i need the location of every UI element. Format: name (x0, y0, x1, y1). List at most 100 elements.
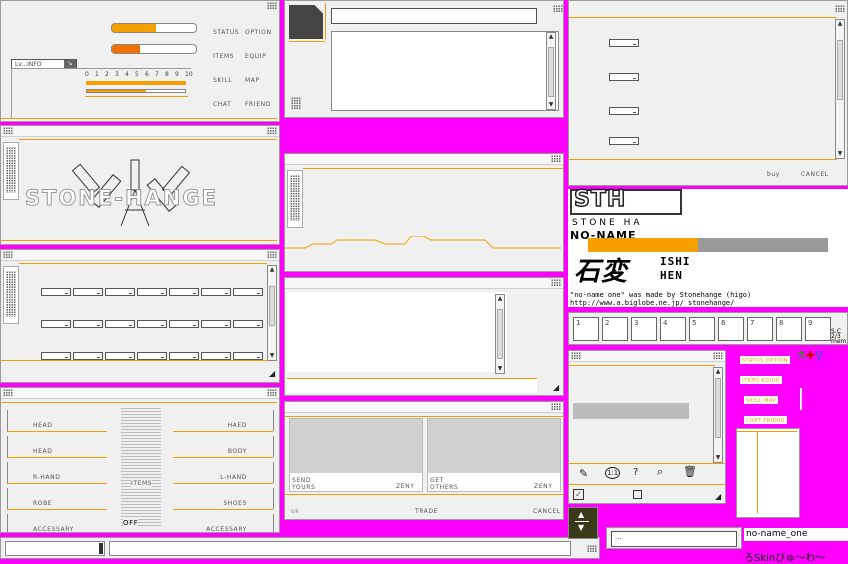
inventory-ratio-icon[interactable]: 1:1 (605, 467, 621, 479)
status-menu-item[interactable]: SKILL (213, 77, 232, 84)
equip-slot-left[interactable]: HEAD (33, 422, 52, 429)
inventory-help-icon[interactable]: ? (633, 467, 638, 478)
hotkey-slot[interactable]: 3 (631, 317, 657, 341)
status-menu-item[interactable]: FRIEND (245, 101, 271, 108)
skill-grid-titlebar[interactable] (1, 250, 279, 261)
grip-icon[interactable] (267, 389, 277, 397)
hotkey-slot[interactable]: 4 (660, 317, 686, 341)
slot-pill[interactable] (137, 288, 167, 296)
equip-slot-right[interactable]: HAED (228, 422, 247, 429)
text-area[interactable]: ▲ ▼ (331, 31, 559, 111)
grip-icon[interactable] (267, 251, 277, 259)
resize-icon[interactable]: ◢ (269, 370, 277, 378)
scroll-arrow-widget[interactable]: ▲ ▼ (568, 507, 598, 539)
equip-slot-right[interactable]: L-HAND (220, 474, 247, 481)
status-menu-item[interactable]: CHAT (213, 101, 231, 108)
grip-icon[interactable] (267, 2, 277, 10)
slot-pill[interactable] (105, 352, 135, 360)
grip-icon[interactable] (551, 155, 561, 163)
trade-cancel-button[interactable]: CANCEL (533, 508, 561, 515)
slot-pill[interactable] (233, 288, 263, 296)
right-handle[interactable] (800, 388, 802, 410)
slot-pill[interactable] (41, 320, 71, 328)
slot-pill[interactable] (169, 320, 199, 328)
trade-titlebar[interactable] (285, 402, 563, 413)
hotkey-slot[interactable]: 5 (689, 317, 715, 341)
grip-icon[interactable] (3, 389, 13, 397)
equip-slot-left[interactable]: ACCESSARY (33, 526, 74, 532)
slot-pill[interactable] (105, 320, 135, 328)
slot-pill[interactable] (233, 352, 263, 360)
resize-icon[interactable]: ◢ (553, 384, 561, 392)
chat-log-titlebar[interactable] (285, 278, 563, 289)
slot-pill[interactable] (233, 320, 263, 328)
graph-titlebar[interactable] (285, 154, 563, 165)
slot-pill[interactable] (73, 352, 103, 360)
inventory-search-icon[interactable]: ⌕ (657, 465, 663, 479)
grip-icon[interactable] (3, 127, 13, 135)
slot-pill[interactable] (201, 320, 231, 328)
equip-titlebar[interactable] (1, 388, 279, 399)
shop-slot[interactable] (609, 107, 639, 115)
slot-pill[interactable] (201, 288, 231, 296)
equip-slot-left[interactable]: R-HAND (33, 474, 60, 481)
status-titlebar[interactable] (1, 1, 279, 11)
slot-pill[interactable] (201, 352, 231, 360)
shop-slot[interactable] (609, 137, 639, 145)
slot-pill[interactable] (41, 352, 71, 360)
side-handle[interactable] (3, 142, 19, 200)
hotkey-slot[interactable]: 9 (805, 317, 831, 341)
hotkey-slot[interactable]: 1 (573, 317, 599, 341)
grip-icon[interactable] (587, 545, 597, 553)
slot-pill[interactable] (137, 320, 167, 328)
slot-pill[interactable] (169, 288, 199, 296)
status-menu-item[interactable]: EQUIP (245, 53, 266, 60)
status-menu-item[interactable]: ITEMS (213, 53, 234, 60)
right-menu-item[interactable]: SKILL MAP (744, 396, 779, 404)
inventory-edit-icon[interactable]: ✎ (579, 467, 588, 480)
chat-input-left[interactable] (5, 541, 105, 556)
trade-ok-button[interactable]: ok (291, 508, 299, 515)
grip-icon[interactable] (267, 127, 277, 135)
scrollbar[interactable]: ▲ ▼ (835, 19, 845, 159)
equip-slot-left[interactable]: HEAD (33, 448, 52, 455)
right-menu-item[interactable]: CHAT FRIEND (744, 416, 788, 424)
credits-url[interactable]: http://www.a.biglobe.ne.jp/ stonehange/ (570, 299, 734, 307)
scrollbar[interactable]: ▲ ▼ (713, 367, 723, 463)
inventory-trash-icon[interactable]: 🗑 (683, 465, 697, 478)
grip-icon[interactable] (835, 5, 845, 13)
grip-icon[interactable] (291, 97, 301, 109)
scrollbar[interactable]: ▲ ▼ (267, 265, 277, 361)
side-handle[interactable] (3, 266, 19, 324)
status-menu-item[interactable]: OPTION (245, 29, 272, 36)
trade-trade-button[interactable]: TRADE (415, 508, 438, 515)
slot-pill[interactable] (137, 352, 167, 360)
grip-icon[interactable] (553, 5, 563, 13)
grip-icon[interactable] (571, 352, 581, 360)
logo-titlebar[interactable] (1, 126, 279, 137)
side-handle[interactable] (287, 170, 303, 228)
equip-slot-left[interactable]: ROBE (33, 500, 52, 507)
hotkey-slot[interactable]: 7 (747, 317, 773, 341)
hotkey-slot[interactable]: 2 (602, 317, 628, 341)
hotkey-slot[interactable]: 8 (776, 317, 802, 341)
slot-pill[interactable] (73, 320, 103, 328)
right-menu-item[interactable]: STATUS OPTION (740, 356, 791, 364)
slot-pill[interactable] (41, 288, 71, 296)
status-menu-item[interactable]: STATUS (213, 29, 239, 36)
scrollbar[interactable]: ▲ ▼ (495, 294, 505, 374)
grip-icon[interactable] (3, 251, 13, 259)
shop-cancel-button[interactable]: CANCEL (801, 171, 829, 178)
equip-slot-right[interactable]: SHOES (223, 500, 247, 507)
shop-slot[interactable] (609, 39, 639, 47)
status-menu-item[interactable]: MAP (245, 77, 260, 84)
inventory-titlebar[interactable] (569, 351, 725, 362)
name-field[interactable] (331, 8, 537, 24)
checkbox-icon[interactable] (633, 490, 642, 499)
grip-icon[interactable] (551, 279, 561, 287)
chat-log-input[interactable] (287, 378, 537, 393)
chat-input[interactable] (109, 541, 571, 556)
mini-input[interactable]: ... (611, 531, 737, 547)
checkbox-checked-icon[interactable]: ✓ (573, 489, 584, 500)
grip-icon[interactable] (713, 352, 723, 360)
